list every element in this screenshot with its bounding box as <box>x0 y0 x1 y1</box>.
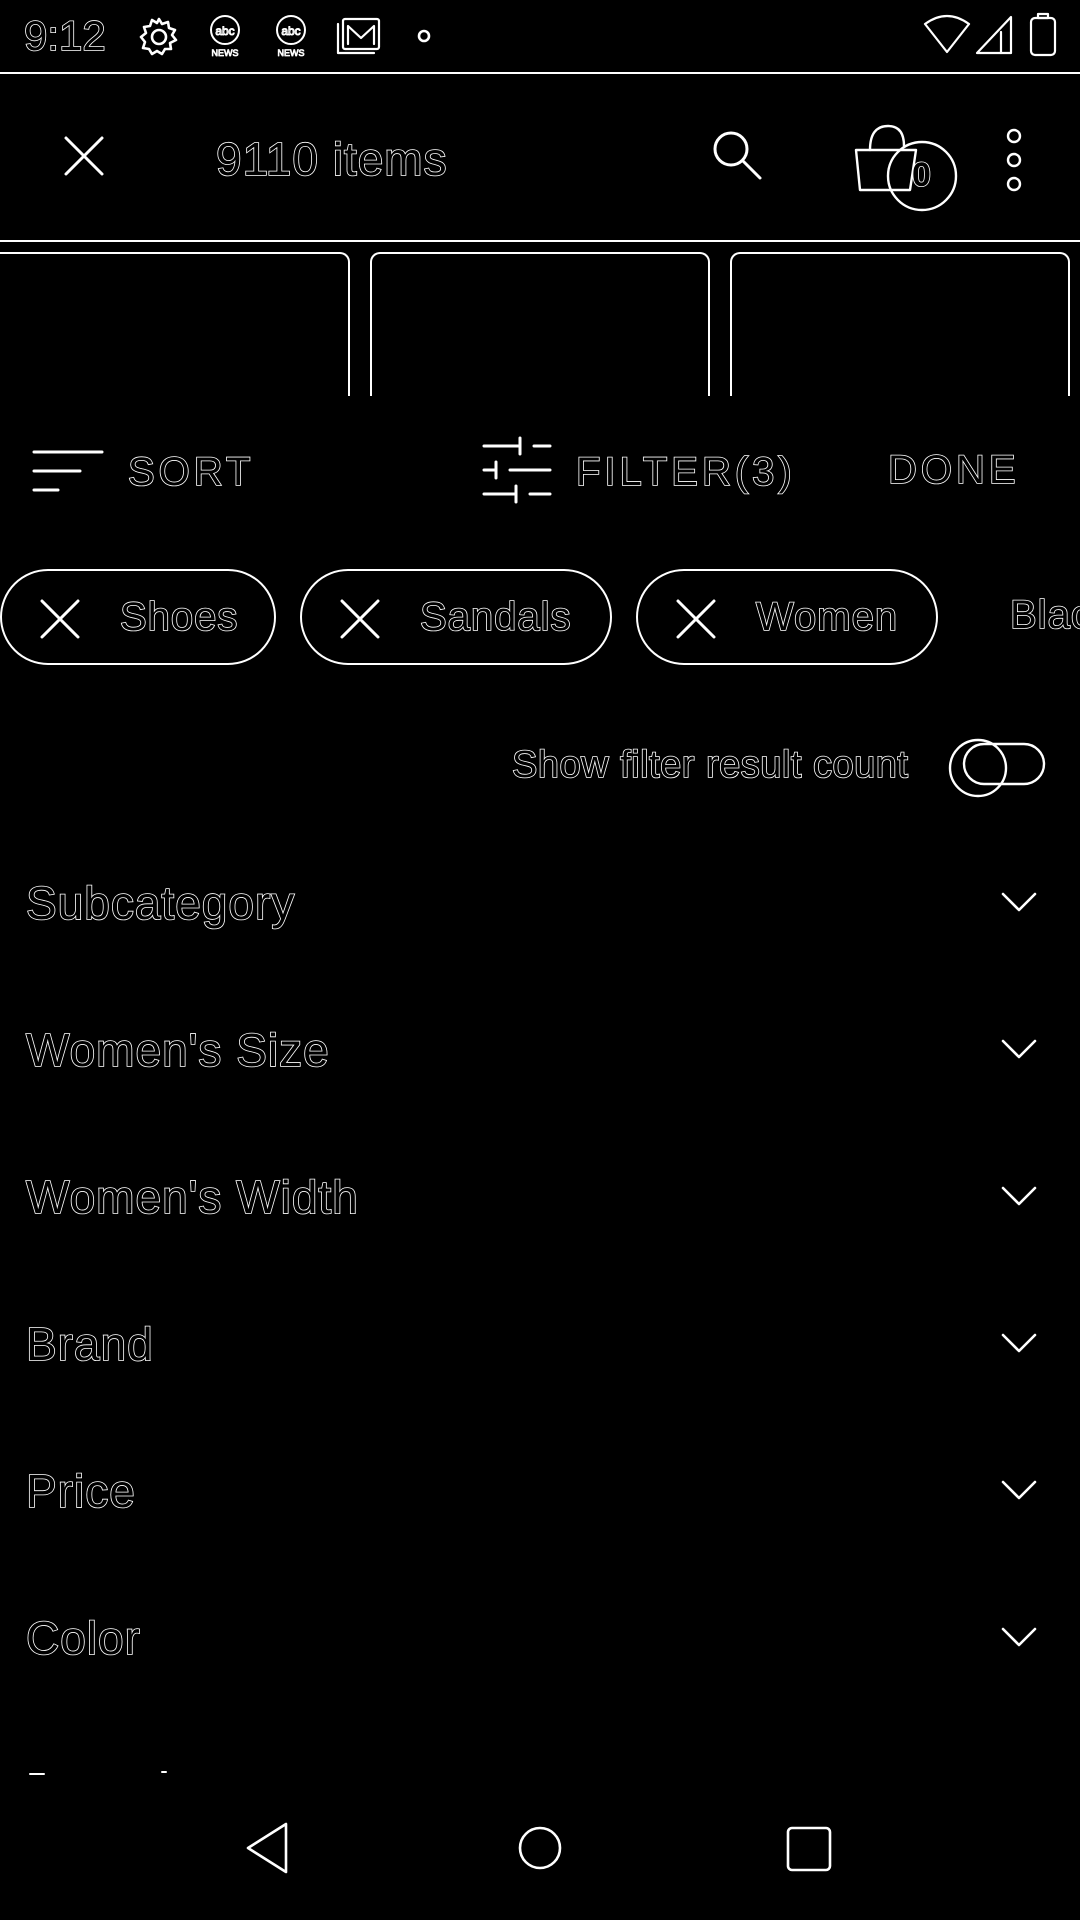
sort-icon <box>32 450 104 492</box>
cut-off-text-fragment <box>29 1771 167 1775</box>
remove-chip-icon[interactable] <box>674 597 718 641</box>
done-button[interactable]: DONE <box>887 447 1020 493</box>
settings-icon <box>139 17 178 56</box>
svg-text:NEWS: NEWS <box>278 48 305 58</box>
abc-news-icon: abc NEWS <box>210 15 240 58</box>
category-tile[interactable] <box>0 252 350 396</box>
filter-row-subcategory[interactable]: Subcategory <box>0 838 1080 985</box>
category-tile[interactable] <box>370 252 710 396</box>
filter-label: FILTER(3) <box>575 449 796 495</box>
search-icon[interactable] <box>708 126 766 184</box>
close-icon[interactable] <box>60 132 108 180</box>
shopping-bag-icon <box>854 124 958 212</box>
chip-label: Blac <box>1010 592 1080 638</box>
chevron-down-icon <box>1001 1480 1037 1500</box>
filter-row-womens-width[interactable]: Women's Width <box>0 1132 1080 1279</box>
filter-row-womens-size[interactable]: Women's Size <box>0 985 1080 1132</box>
sort-label: SORT <box>127 449 255 495</box>
filter-chip-women[interactable]: Women <box>636 569 938 665</box>
filter-row-cut-off <box>26 1768 326 1776</box>
category-tile[interactable] <box>730 252 1070 396</box>
remove-chip-icon[interactable] <box>38 597 82 641</box>
filter-row-label: Brand <box>25 1317 154 1371</box>
overflow-menu-icon[interactable] <box>1000 128 1028 192</box>
chevron-down-icon <box>1001 1333 1037 1353</box>
system-navigation-bar <box>0 1790 1080 1920</box>
recents-icon[interactable] <box>784 1824 834 1874</box>
filter-row-label: Color <box>25 1611 141 1665</box>
filter-row-label: Women's Size <box>25 1023 330 1077</box>
filter-row-price[interactable]: Price <box>0 1426 1080 1573</box>
back-icon[interactable] <box>242 1820 292 1876</box>
result-count-toggle[interactable] <box>946 738 1050 802</box>
abc-news-icon: abc NEWS <box>276 15 306 58</box>
remove-chip-icon[interactable] <box>338 597 382 641</box>
gallery-icon <box>336 17 381 55</box>
svg-text:NEWS: NEWS <box>212 48 239 58</box>
filter-row-brand[interactable]: Brand <box>0 1279 1080 1426</box>
filter-row-label: Subcategory <box>25 876 296 930</box>
filter-row-label: Price <box>25 1464 136 1518</box>
cart-button[interactable]: 0 <box>850 116 962 216</box>
toggle-label: Show filter result count <box>511 743 909 787</box>
status-bar: 9:12 abc NEWS abc NEWS <box>0 0 1080 74</box>
top-app-bar: 9110 items 0 <box>0 72 1080 242</box>
chevron-down-icon <box>1001 1039 1037 1059</box>
cell-signal-icon <box>975 15 1013 55</box>
battery-icon <box>1029 12 1057 57</box>
home-icon[interactable] <box>516 1824 564 1872</box>
page-title: 9110 items <box>215 132 448 186</box>
chevron-down-icon <box>1001 1186 1037 1206</box>
filter-sliders-icon <box>482 436 552 504</box>
wifi-icon <box>923 14 971 54</box>
sort-button[interactable]: SORT <box>30 440 270 504</box>
filter-row-label: Women's Width <box>25 1170 359 1224</box>
filter-button[interactable]: FILTER(3) <box>480 436 800 508</box>
dot-icon <box>417 29 431 43</box>
svg-text:abc: abc <box>215 24 234 38</box>
filter-chip-sandals[interactable]: Sandals <box>300 569 612 665</box>
chip-label: Shoes <box>119 594 239 640</box>
svg-text:abc: abc <box>281 24 300 38</box>
cart-count-badge: 0 <box>911 155 932 195</box>
status-time: 9:12 <box>23 11 106 60</box>
chevron-down-icon <box>1001 1627 1037 1647</box>
chevron-down-icon <box>1001 892 1037 912</box>
filter-row-color[interactable]: Color <box>0 1573 1080 1720</box>
chip-label: Sandals <box>419 594 572 640</box>
chip-label: Women <box>755 594 899 640</box>
filter-chip-black[interactable]: Blac <box>1010 569 1080 665</box>
filter-chip-shoes[interactable]: Shoes <box>0 569 276 665</box>
